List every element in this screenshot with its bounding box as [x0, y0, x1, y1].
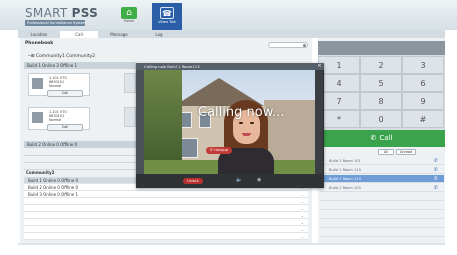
nav-home-button[interactable]: ⌂ Home — [118, 7, 140, 27]
tab-call[interactable]: Call — [60, 31, 98, 38]
unlock-button[interactable]: Unlock — [183, 178, 203, 184]
video-feed — [144, 70, 315, 174]
phonebook-title: Phonebook — [25, 41, 54, 46]
chevron-down-icon: ⌄ — [300, 192, 304, 197]
recent-tab-all[interactable]: All — [378, 149, 394, 155]
table-row[interactable]: ⌄ — [24, 226, 308, 233]
tab-message[interactable]: Message — [100, 31, 138, 38]
key-9[interactable]: 9 — [402, 92, 444, 110]
build1-header[interactable]: Build 1 Online 3 Offline 1 — [24, 62, 136, 69]
recent-tab-unread[interactable]: Unread — [396, 149, 416, 155]
chevron-down-icon: ⌄ — [300, 206, 304, 211]
call-popup-title[interactable]: Calling now Build 1 Room113 — [136, 63, 324, 70]
contact-card: 1-101 VTO 6830101 Normal Call — [28, 107, 90, 131]
video-talk-icon: ☎ — [160, 7, 174, 19]
recent-call-item-empty — [320, 229, 444, 237]
chevron-down-icon: ⌄ — [300, 227, 304, 232]
nav-home-label: Home — [123, 19, 135, 23]
recent-call-item-selected[interactable]: Build 1 Room 113 ✆ — [320, 175, 444, 183]
mute-icon[interactable]: 🔈 — [236, 177, 242, 184]
key-star[interactable]: * — [318, 110, 360, 128]
snapshot-icon[interactable]: ◉ — [257, 177, 264, 184]
key-4[interactable]: 4 — [318, 74, 360, 92]
key-0[interactable]: 0 — [360, 110, 402, 128]
key-hash[interactable]: # — [402, 110, 444, 128]
table-row[interactable]: ⌄ — [24, 198, 308, 205]
contact-card-partial — [124, 73, 136, 93]
recent-call-label: Build 1 Room 113 — [329, 177, 361, 181]
phone-icon: ✆ — [370, 134, 377, 142]
calling-status-text: Calling now... — [198, 105, 285, 120]
app-title: SMART PSS — [25, 6, 99, 20]
chevron-down-icon: ⌄ — [300, 213, 304, 218]
app-subtitle: Professional Surveillance System — [25, 20, 85, 26]
video-window — [180, 138, 198, 158]
nav-videotalk-button[interactable]: ☎ Video Talk — [152, 3, 182, 30]
key-5[interactable]: 5 — [360, 74, 402, 92]
nav-videotalk-label: Video Talk — [158, 20, 176, 24]
search-icon — [303, 44, 306, 47]
recent-call-item-empty — [320, 220, 444, 228]
vto-device-icon — [32, 112, 43, 123]
recent-call-item-empty — [320, 193, 444, 201]
tab-log[interactable]: Log — [140, 31, 178, 38]
caller-eye — [250, 122, 254, 124]
call-button-label: Call — [379, 134, 393, 142]
chevron-down-icon: ⌄ — [300, 234, 304, 239]
contact-card: 1-101 VTO 6830101 Normal Call — [28, 73, 90, 97]
phonebook-search-input[interactable] — [268, 42, 308, 48]
key-6[interactable]: 6 — [402, 74, 444, 92]
key-8[interactable]: 8 — [360, 92, 402, 110]
recent-call-label: Build 1 Room 101 — [329, 159, 361, 163]
contact-status: Normal — [49, 84, 62, 88]
popup-side-strip — [136, 70, 144, 174]
phone-icon[interactable]: ✆ — [434, 166, 438, 174]
key-3[interactable]: 3 — [402, 56, 444, 74]
tab-location[interactable]: Location — [20, 31, 58, 38]
phone-icon[interactable]: ✆ — [434, 175, 438, 183]
video-tree — [144, 70, 182, 174]
table-row[interactable]: ⌄ — [24, 205, 308, 212]
hangup-button[interactable]: ✆ Hangup — [206, 147, 232, 154]
recent-call-item[interactable]: Build 1 Room 103 ✆ — [320, 184, 444, 192]
call-controls-bar — [136, 174, 324, 188]
contact-call-button[interactable]: Call — [47, 90, 83, 97]
recent-call-item-empty — [320, 211, 444, 219]
close-icon[interactable]: × — [316, 63, 323, 70]
key-1[interactable]: 1 — [318, 56, 360, 74]
row-label: Build 1 Online 0 Offline 0 — [28, 178, 79, 183]
table-row[interactable]: Build 3 Online 0 Offline 1 ⌄ — [24, 191, 308, 198]
home-icon: ⌂ — [121, 7, 137, 19]
hangup-label: Hangup — [214, 148, 229, 152]
chevron-down-icon: ⌄ — [300, 199, 304, 204]
table-row[interactable]: ⌄ — [24, 212, 308, 219]
recent-call-label: Build 1 Room 113 — [329, 168, 361, 172]
table-row[interactable]: ⌄ — [24, 233, 308, 240]
row-label: Build 2 Online 0 Offline 0 — [28, 185, 79, 190]
call-button[interactable]: ✆ Call — [318, 130, 445, 147]
phone-icon[interactable]: ✆ — [434, 157, 438, 165]
table-row[interactable]: ⌄ — [24, 219, 308, 226]
recent-call-item-empty — [320, 202, 444, 210]
recent-call-label: Build 1 Room 103 — [329, 186, 361, 190]
contact-status: Normal — [49, 118, 62, 122]
key-2[interactable]: 2 — [360, 56, 402, 74]
community2-title: Community2 — [26, 170, 55, 175]
row-label: Build 3 Online 0 Offline 1 — [28, 192, 79, 197]
contact-call-button[interactable]: Call — [47, 124, 83, 131]
key-7[interactable]: 7 — [318, 92, 360, 110]
phone-icon[interactable]: ✆ — [434, 184, 438, 192]
build2-header[interactable]: Build 2 Online 0 Offline 0 — [24, 141, 136, 148]
contact-card-partial — [124, 107, 136, 127]
dial-number-display[interactable] — [318, 41, 445, 55]
vto-device-icon — [32, 78, 43, 89]
caller-eye — [239, 122, 243, 124]
chevron-down-icon: ⌄ — [300, 220, 304, 225]
footer-divider — [18, 243, 445, 245]
recent-call-item[interactable]: Build 1 Room 113 ✆ — [320, 166, 444, 174]
community-selector[interactable]: ─⊞ Community1 Community2 — [28, 54, 95, 59]
recent-call-item[interactable]: Build 1 Room 101 ✆ — [320, 157, 444, 165]
